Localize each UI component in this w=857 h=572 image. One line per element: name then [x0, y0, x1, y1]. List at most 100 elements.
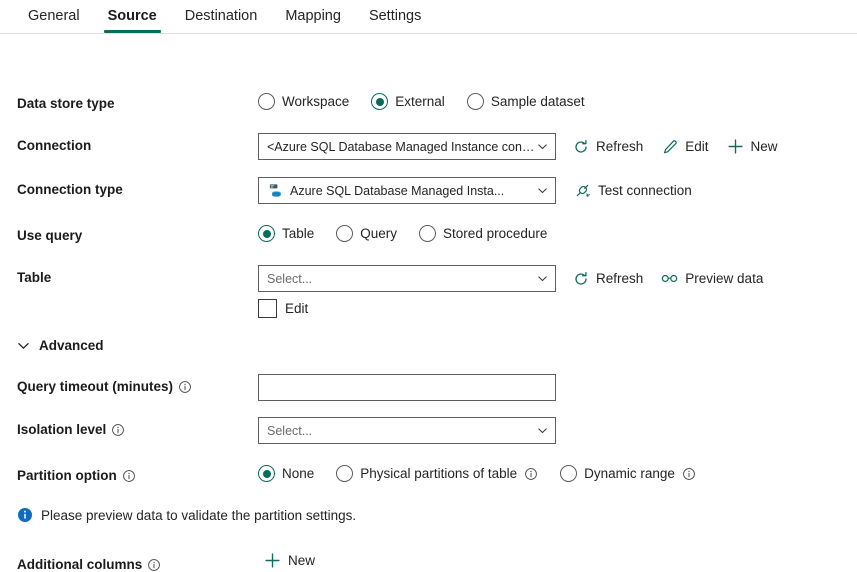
partition-option-label-text: Partition option: [17, 468, 117, 483]
query-timeout-label-text: Query timeout (minutes): [17, 379, 174, 394]
isolation-level-label: Isolation level: [17, 422, 125, 437]
additional-columns-new-button[interactable]: New: [264, 552, 315, 569]
isolation-level-dropdown[interactable]: Select...: [258, 417, 556, 444]
radio-label: Physical partitions of table: [360, 466, 518, 481]
chevron-down-icon: [535, 424, 549, 438]
radio-label: Sample dataset: [490, 94, 585, 109]
tab-mapping[interactable]: Mapping: [271, 0, 355, 33]
radio-dot: [419, 225, 437, 242]
radio-sample-dataset[interactable]: Sample dataset: [466, 93, 585, 110]
radio-label: Dynamic range: [584, 466, 675, 481]
info-filled-icon: [17, 507, 33, 523]
radio-dot: [258, 465, 275, 482]
isolation-level-label-text: Isolation level: [17, 422, 107, 437]
additional-columns-control: New: [264, 552, 315, 569]
pencil-icon: [661, 138, 678, 155]
command-label: Refresh: [596, 271, 644, 286]
command-label: New: [750, 139, 778, 154]
radio-label: Workspace: [282, 94, 350, 109]
connection-type-label: Connection type: [17, 182, 123, 197]
table-label: Table: [17, 270, 52, 285]
use-query-label: Use query: [17, 228, 83, 243]
radio-dot: [258, 225, 275, 242]
connection-commands: Refresh Edit New: [572, 138, 778, 155]
chevron-down-icon: [535, 184, 549, 198]
connection-refresh-button[interactable]: Refresh: [572, 138, 643, 155]
connection-dropdown[interactable]: <Azure SQL Database Managed Instance con…: [258, 133, 556, 160]
partition-option-radio-group: None Physical partitions of table Dynami…: [258, 465, 696, 482]
info-icon[interactable]: [122, 469, 136, 483]
partition-option-label: Partition option: [17, 468, 136, 483]
plug-icon: [574, 182, 591, 199]
plus-icon: [727, 138, 744, 155]
use-query-radio-group: Table Query Stored procedure: [258, 225, 547, 242]
radio-dynamic-range[interactable]: Dynamic range: [560, 465, 696, 482]
tab-settings[interactable]: Settings: [355, 0, 435, 33]
chevron-down-icon: [535, 140, 549, 154]
radio-workspace[interactable]: Workspace: [258, 93, 349, 110]
radio-dot: [466, 93, 484, 110]
connection-dropdown-value: <Azure SQL Database Managed Instance con…: [267, 139, 535, 154]
info-icon[interactable]: [178, 380, 192, 394]
command-label: Test connection: [598, 183, 692, 198]
radio-physical-partitions[interactable]: Physical partitions of table: [336, 465, 538, 482]
isolation-level-value: Select...: [267, 423, 313, 438]
partition-info-message: Please preview data to validate the part…: [17, 507, 356, 523]
table-refresh-button[interactable]: Refresh: [572, 270, 643, 287]
connection-type-commands: Test connection: [574, 182, 692, 199]
tab-source[interactable]: Source: [94, 0, 171, 33]
radio-dot: [258, 93, 275, 110]
command-label: Preview data: [685, 271, 764, 286]
radio-dot: [336, 465, 354, 482]
query-timeout-control: [258, 374, 556, 401]
command-label: New: [288, 553, 316, 568]
table-dropdown-value: Select...: [267, 271, 313, 286]
tab-destination[interactable]: Destination: [171, 0, 272, 33]
radio-dot: [371, 93, 389, 110]
connection-control: <Azure SQL Database Managed Instance con…: [258, 133, 778, 160]
test-connection-button[interactable]: Test connection: [574, 182, 692, 199]
data-store-type-label: Data store type: [17, 96, 115, 111]
advanced-label: Advanced: [39, 338, 104, 353]
edit-checkbox[interactable]: Edit: [258, 299, 308, 318]
command-label: Edit: [685, 139, 709, 154]
chevron-down-icon: [17, 339, 30, 352]
info-icon[interactable]: [111, 423, 125, 437]
advanced-section-toggle[interactable]: Advanced: [17, 338, 104, 353]
refresh-icon: [572, 138, 589, 155]
sql-database-icon: [267, 183, 283, 199]
tab-general[interactable]: General: [14, 0, 94, 33]
radio-partition-none[interactable]: None: [258, 465, 314, 482]
radio-stored-procedure[interactable]: Stored procedure: [419, 225, 547, 242]
isolation-level-control: Select...: [258, 417, 556, 444]
radio-label: Table: [282, 226, 315, 241]
table-edit-checkbox-wrap: Edit: [258, 299, 308, 318]
radio-query[interactable]: Query: [336, 225, 397, 242]
info-icon[interactable]: [524, 467, 538, 481]
radio-table[interactable]: Table: [258, 225, 314, 242]
query-timeout-label: Query timeout (minutes): [17, 379, 192, 394]
connection-new-button[interactable]: New: [727, 138, 778, 155]
table-commands: Refresh Preview data: [572, 270, 763, 287]
connection-type-control: Azure SQL Database Managed Insta... Test…: [258, 177, 692, 204]
partition-info-message-text: Please preview data to validate the part…: [41, 507, 357, 523]
glasses-icon: [661, 270, 678, 287]
connection-type-value: Azure SQL Database Managed Insta...: [290, 183, 505, 198]
plus-icon: [264, 552, 281, 569]
info-icon[interactable]: [682, 467, 696, 481]
connection-type-dropdown[interactable]: Azure SQL Database Managed Insta...: [258, 177, 556, 204]
radio-label: None: [282, 466, 315, 481]
table-control: Select... Refresh Preview data: [258, 265, 763, 292]
radio-label: External: [395, 94, 445, 109]
radio-external[interactable]: External: [371, 93, 445, 110]
query-timeout-input[interactable]: [258, 374, 556, 401]
checkbox-label: Edit: [285, 301, 309, 316]
refresh-icon: [572, 270, 589, 287]
checkbox-box: [258, 299, 277, 318]
table-dropdown[interactable]: Select...: [258, 265, 556, 292]
preview-data-button[interactable]: Preview data: [661, 270, 763, 287]
connection-edit-button[interactable]: Edit: [661, 138, 709, 155]
radio-label: Stored procedure: [443, 226, 548, 241]
radio-dot: [560, 465, 578, 482]
connection-label: Connection: [17, 138, 92, 153]
